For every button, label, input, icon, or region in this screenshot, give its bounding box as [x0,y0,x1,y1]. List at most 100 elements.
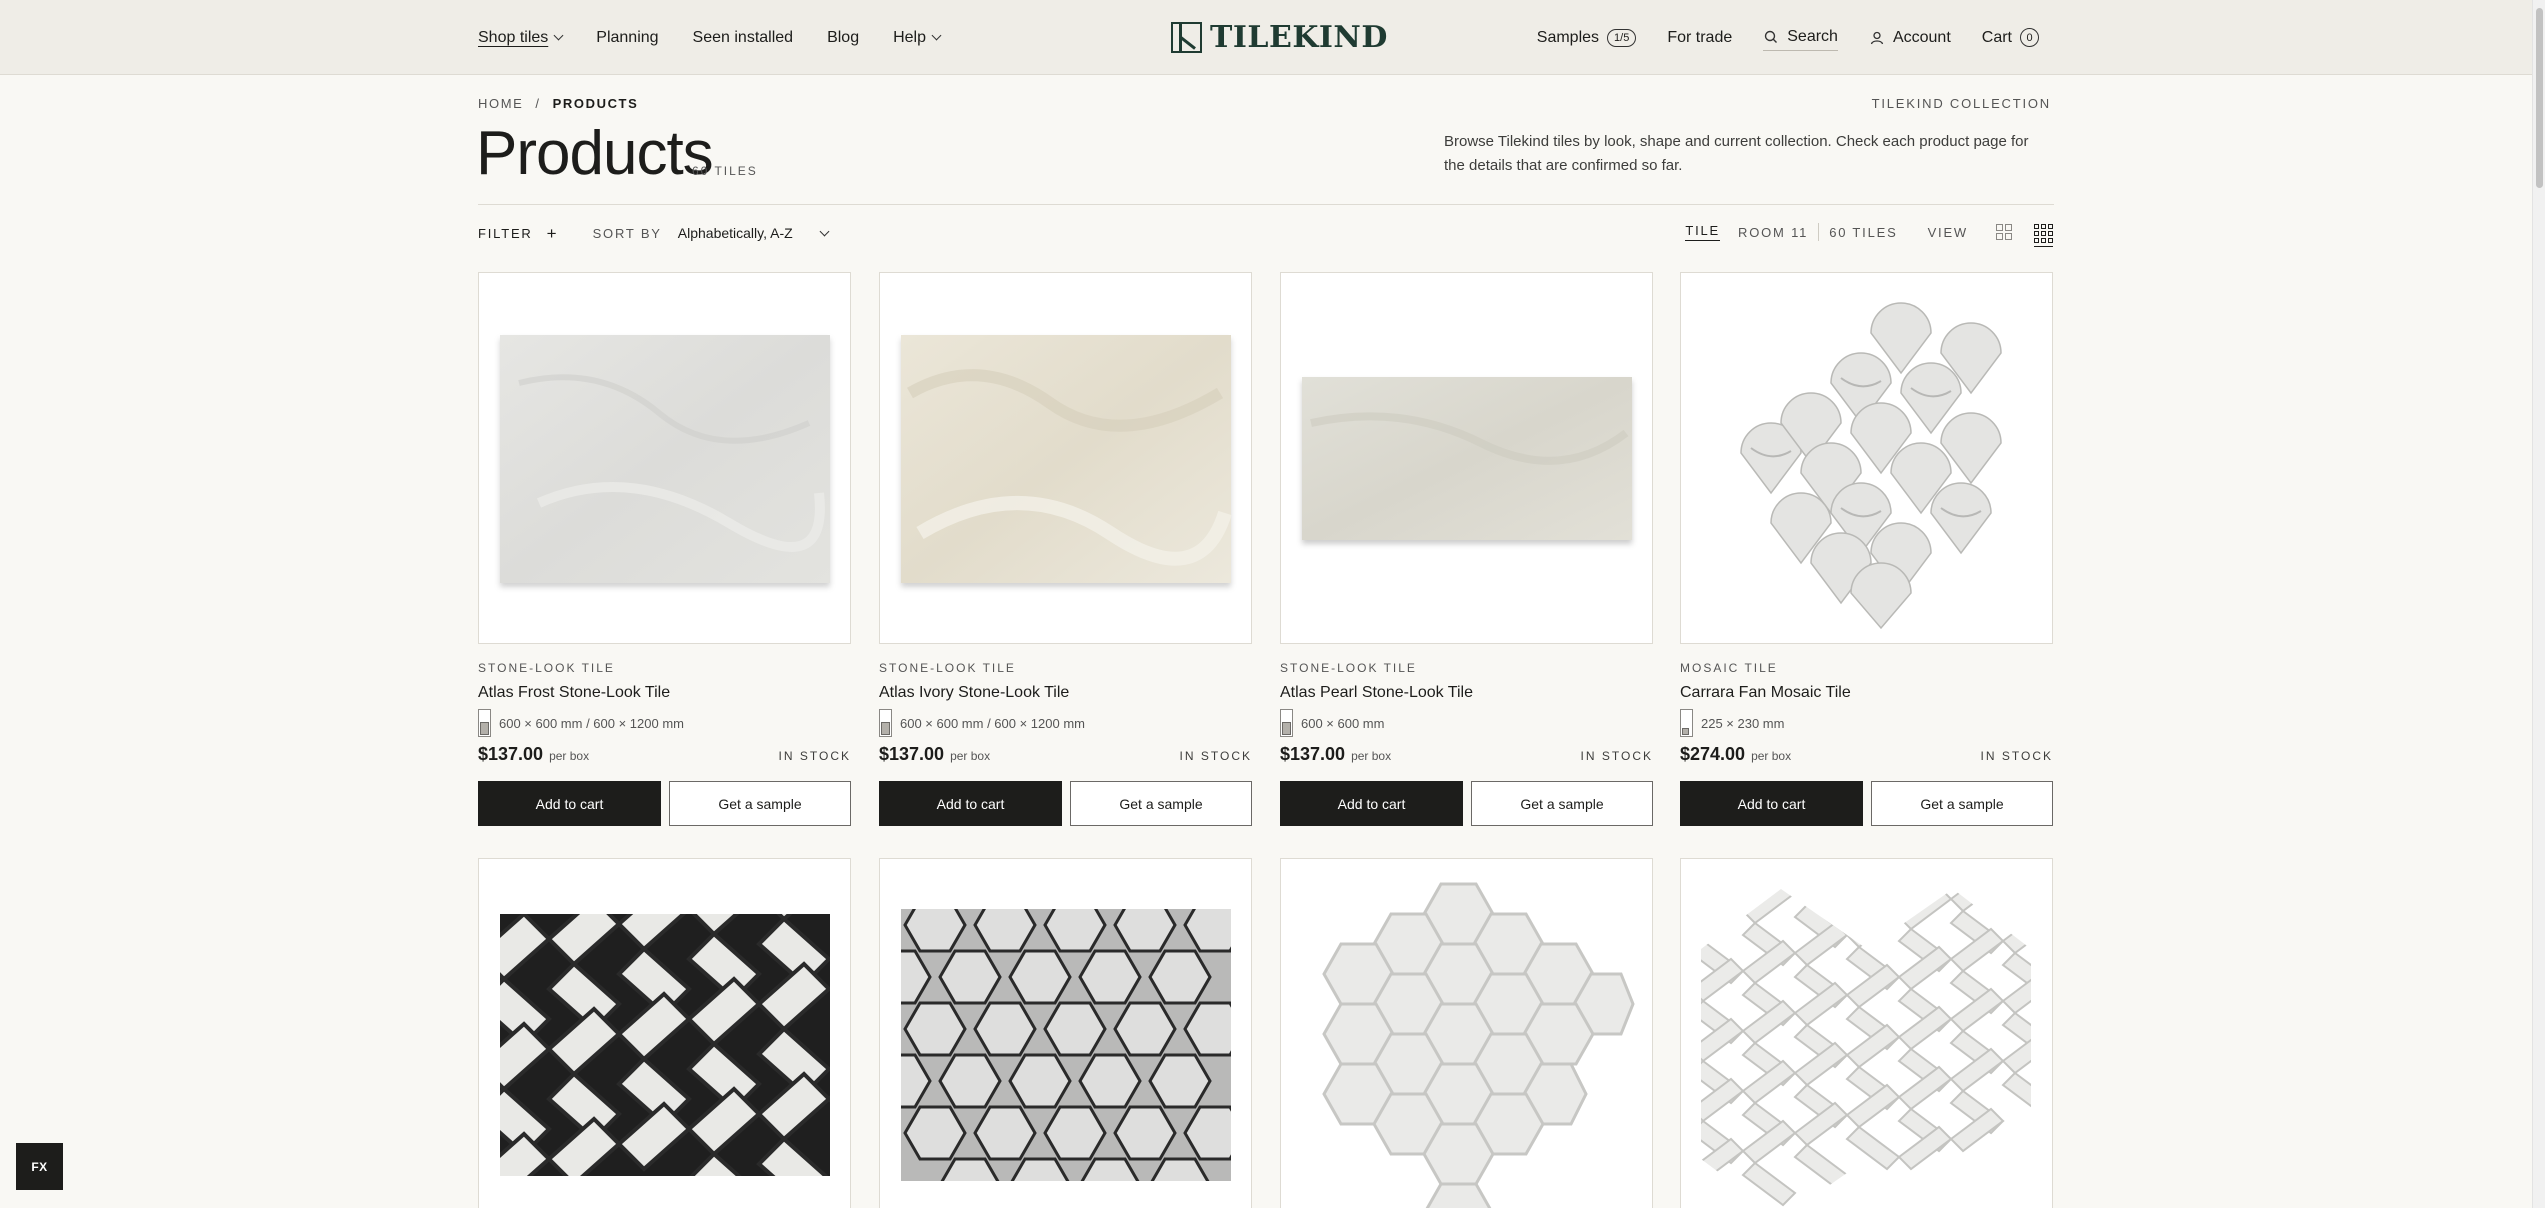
sort-by-label: SORT BY [592,225,662,241]
for-trade-label: For trade [1667,28,1733,46]
samples-count-badge: 1/5 [1607,28,1637,47]
search-icon [1765,30,1778,43]
collection-label: TILEKIND COLLECTION [1871,96,2051,111]
product-image-art [500,914,830,1176]
product-image-art [901,909,1231,1181]
logo[interactable]: TILEKIND [1171,19,1388,55]
grid-3-view-button[interactable] [2034,217,2053,247]
product-image[interactable] [1280,272,1653,644]
page-scrollbar[interactable] [2532,0,2545,1208]
price-row: $137.00 per box IN STOCK [879,744,1252,765]
product-card[interactable]: STONE-LOOK TILE Atlas Frost Stone-Look T… [478,272,851,826]
product-card[interactable] [478,858,851,1208]
add-to-cart-button[interactable]: Add to cart [1280,781,1463,826]
product-price: $137.00 [478,744,544,764]
product-size-text: 600 × 600 mm / 600 × 1200 mm [900,715,1085,731]
fx-badge[interactable]: FX [16,1143,63,1190]
nav-blog-label: Blog [827,28,860,46]
cart-link[interactable]: Cart 0 [1982,28,2039,47]
product-actions: Add to cart Get a sample [1680,781,2053,826]
chevron-down-icon [819,226,830,236]
product-name[interactable]: Carrara Fan Mosaic Tile [1680,684,2053,702]
tile-size-icon [1280,709,1293,737]
view-label: VIEW [1927,224,1968,240]
logo-text: TILEKIND [1210,19,1388,55]
tab-room[interactable]: ROOM 11 [1738,225,1808,240]
product-image-art [500,335,830,583]
product-image[interactable] [1280,858,1653,1208]
tile-size-icon [1680,709,1693,737]
product-card[interactable]: STONE-LOOK TILE Atlas Ivory Stone-Look T… [879,272,1252,826]
filter-sort-toolbar: FILTER + SORT BY Alphabetically, A-Z [478,222,830,244]
nav-planning[interactable]: Planning [596,29,658,47]
product-image-art [1701,889,2031,1207]
product-actions: Add to cart Get a sample [879,781,1252,826]
product-category: STONE-LOOK TILE [879,661,1016,675]
product-name[interactable]: Atlas Ivory Stone-Look Tile [879,684,1252,702]
product-card[interactable]: MOSAIC TILE Carrara Fan Mosaic Tile 225 … [1680,272,2053,826]
add-to-cart-button[interactable]: Add to cart [478,781,661,826]
utility-nav: Samples 1/5 For trade Search Account Car… [1537,0,2039,75]
logo-mark-icon [1171,21,1202,53]
product-card[interactable]: STONE-LOOK TILE Atlas Pearl Stone-Look T… [1280,272,1653,826]
product-image-art [1322,882,1635,1208]
product-size-text: 225 × 230 mm [1701,715,1785,731]
product-image[interactable] [879,858,1252,1208]
add-to-cart-button[interactable]: Add to cart [1680,781,1863,826]
chevron-down-icon [553,30,564,41]
product-sizes: 225 × 230 mm [1680,709,2053,737]
nav-help-label: Help [893,28,926,46]
nav-shop-tiles[interactable]: Shop tiles [478,28,564,47]
product-card[interactable] [1680,858,2053,1208]
product-image[interactable] [879,272,1252,644]
sort-value: Alphabetically, A-Z [677,225,793,241]
account-link[interactable]: Account [1869,29,1951,47]
nav-blog[interactable]: Blog [827,29,859,47]
get-sample-button[interactable]: Get a sample [1070,781,1252,826]
cart-count-badge: 0 [2020,28,2039,47]
divider [1818,223,1820,241]
samples-link[interactable]: Samples 1/5 [1537,28,1637,47]
stock-status: IN STOCK [1179,749,1252,763]
search-button[interactable]: Search [1763,28,1838,51]
for-trade-link[interactable]: For trade [1667,29,1732,47]
breadcrumb-current: PRODUCTS [552,96,639,111]
product-card[interactable] [1280,858,1653,1208]
product-name[interactable]: Atlas Frost Stone-Look Tile [478,684,851,702]
nav-help[interactable]: Help [893,28,942,47]
price-unit: per box [549,749,590,763]
user-icon [1870,31,1884,44]
product-name[interactable]: Atlas Pearl Stone-Look Tile [1280,684,1653,702]
price-row: $137.00 per box IN STOCK [478,744,851,765]
get-sample-button[interactable]: Get a sample [1871,781,2053,826]
get-sample-button[interactable]: Get a sample [1471,781,1653,826]
product-size-text: 600 × 600 mm / 600 × 1200 mm [499,715,684,731]
breadcrumb-separator: / [535,96,541,111]
product-image[interactable] [1680,858,2053,1208]
divider [478,204,2054,205]
scrollbar-thumb[interactable] [2536,8,2543,188]
breadcrumb-home[interactable]: HOME [478,96,523,111]
product-actions: Add to cart Get a sample [478,781,851,826]
product-count: 60 TILES [692,164,758,178]
product-card[interactable] [879,858,1252,1208]
nav-shop-tiles-label: Shop tiles [478,28,549,46]
tiles-count: 60 TILES [1829,224,1898,240]
collection-intro: Browse Tilekind tiles by look, shape and… [1444,133,2029,174]
grid-2-icon[interactable] [1996,224,2012,240]
product-image-art [1302,377,1632,540]
product-image[interactable] [478,858,851,1208]
stock-status: IN STOCK [778,749,851,763]
nav-seen-installed[interactable]: Seen installed [693,29,794,47]
price-row: $137.00 per box IN STOCK [1280,744,1653,765]
product-image[interactable] [478,272,851,644]
chevron-down-icon [931,30,942,41]
product-image[interactable] [1680,272,2053,644]
product-sizes: 600 × 600 mm [1280,709,1653,737]
get-sample-button[interactable]: Get a sample [669,781,851,826]
tab-tile[interactable]: TILE [1685,223,1721,241]
filter-button[interactable]: FILTER + [478,225,557,242]
filter-label: FILTER [478,225,533,241]
sort-select[interactable]: Alphabetically, A-Z [677,225,830,241]
add-to-cart-button[interactable]: Add to cart [879,781,1062,826]
